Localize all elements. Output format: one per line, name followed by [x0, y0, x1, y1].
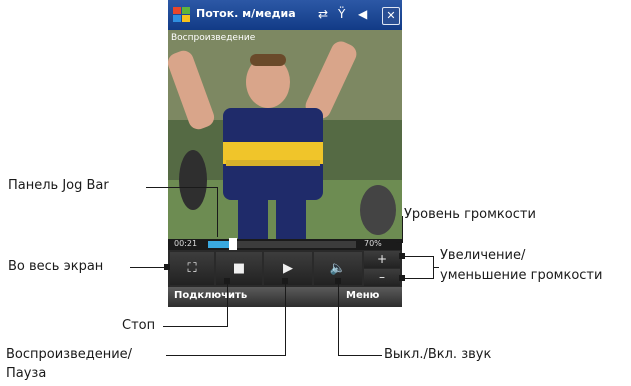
fullscreen-button[interactable]: ⛶ [170, 252, 214, 285]
app-title: Поток. м/медиа [196, 7, 296, 20]
callout-volume-updown: Увеличение/ [440, 248, 526, 263]
callout-line [130, 267, 166, 268]
sync-icon[interactable]: ⇄ [318, 7, 328, 21]
playback-status-label: Воспроизведение [171, 33, 256, 43]
callout-line [433, 267, 439, 268]
stop-icon: ■ [232, 261, 246, 276]
video-area[interactable]: Воспроизведение [168, 30, 402, 239]
callout-play-pause-line2: Пауза [6, 366, 47, 381]
callout-volume-updown-line2: уменьшение громкости [440, 268, 603, 283]
callout-dot [164, 264, 170, 270]
speaker-icon[interactable]: ◀︎ [358, 7, 367, 21]
callout-line [285, 281, 286, 356]
play-icon: ▶ [283, 261, 293, 276]
progress-row: 00:21 70% [168, 238, 402, 250]
softkey-connect[interactable]: Подключить [174, 290, 247, 301]
callout-dot [399, 275, 405, 281]
callout-line [163, 326, 228, 327]
windows-start-icon[interactable] [172, 6, 192, 24]
callout-line [396, 242, 403, 243]
callout-jog-bar: Панель Jog Bar [8, 178, 109, 193]
callout-mute: Выкл./Вкл. звук [384, 347, 492, 362]
jog-bar-handle[interactable] [229, 238, 238, 250]
elapsed-time: 00:21 [174, 239, 198, 248]
close-icon: ✕ [386, 9, 396, 22]
callout-line [402, 216, 403, 243]
callout-volume-level: Уровень громкости [404, 207, 536, 222]
video-frame-image [168, 30, 402, 239]
callout-line [166, 355, 286, 356]
callout-line [146, 187, 218, 188]
callout-line [404, 278, 434, 279]
callout-dot [399, 253, 405, 259]
fullscreen-icon: ⛶ [187, 261, 197, 276]
stop-button[interactable]: ■ [216, 252, 262, 285]
callout-play-pause: Воспроизведение/ [6, 347, 133, 362]
callout-fullscreen: Во весь экран [8, 259, 104, 274]
play-pause-button[interactable]: ▶ [264, 252, 312, 285]
callout-line [404, 256, 434, 257]
title-bar: Поток. м/медиа ⇄ Ÿ ◀︎ ✕ [168, 0, 402, 30]
softkey-menu[interactable]: Меню [346, 290, 379, 301]
signal-off-icon[interactable]: Ÿ [338, 7, 345, 21]
volume-level-text: 70% [364, 239, 382, 248]
volume-up-button[interactable]: + [364, 251, 400, 268]
callout-line [338, 281, 339, 356]
callout-line [217, 187, 218, 237]
volume-down-button[interactable]: – [364, 269, 400, 286]
callout-line [338, 355, 382, 356]
device-screen: Поток. м/медиа ⇄ Ÿ ◀︎ ✕ Воспроизведение … [168, 0, 402, 307]
close-button[interactable]: ✕ [382, 7, 400, 25]
callout-dot [282, 278, 288, 284]
speaker-icon: 🔈 [329, 261, 347, 276]
callout-stop: Стоп [122, 318, 156, 333]
callout-dot [224, 278, 230, 284]
jog-bar[interactable] [208, 238, 356, 250]
callout-dot [335, 278, 341, 284]
callout-line [227, 281, 228, 327]
